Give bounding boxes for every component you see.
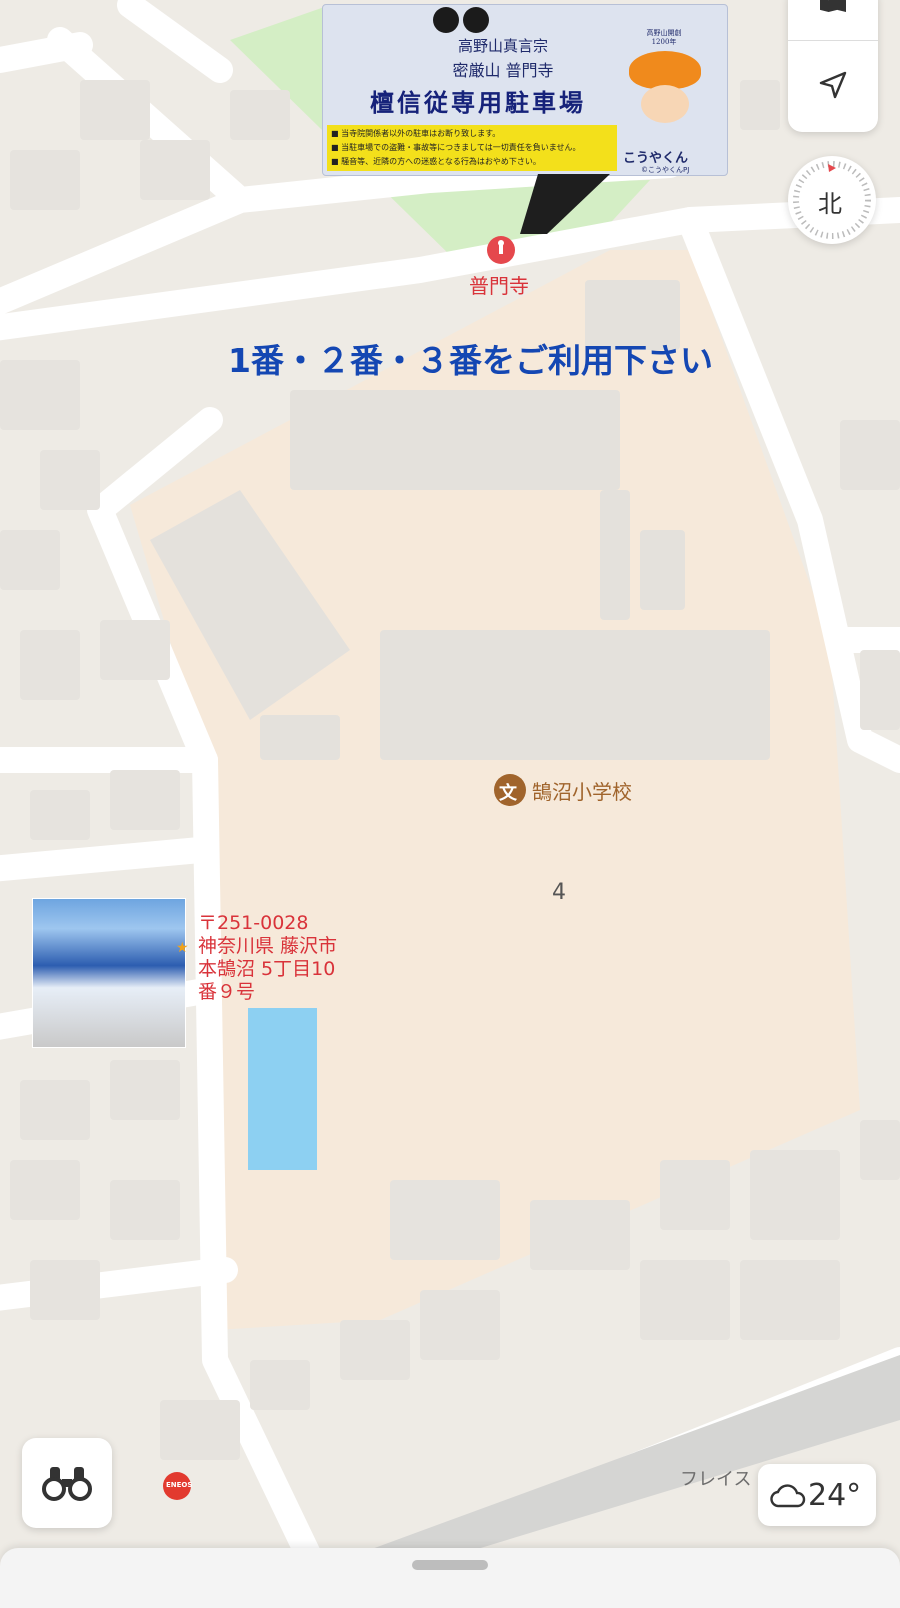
look-around-button[interactable] — [22, 1438, 112, 1528]
sign-rules: ■ 当寺院関係者以外の駐車はお断り致します。 ■ 当駐車場での盗難・事故等につき… — [327, 125, 617, 171]
address-street: 本鵠沼 5丁目10 — [198, 958, 336, 980]
address-prefecture-city: 神奈川県 藤沢市 — [198, 935, 338, 957]
pin-icon[interactable] — [487, 236, 515, 264]
cloud-icon — [770, 1484, 806, 1508]
location-arrow-icon[interactable] — [818, 70, 848, 100]
controls-divider — [788, 40, 878, 41]
compass-north-label: 北 — [818, 190, 842, 218]
sign-rule: ■ 当駐車場での盗難・事故等につきましては一切責任を負いません。 — [331, 143, 581, 152]
gas-station-label: ENEOS — [166, 1481, 193, 1489]
anniversary-badge: 高野山開創1200年 — [646, 29, 682, 46]
school-glyph: 文 — [499, 783, 517, 804]
map-controls — [788, 0, 878, 132]
parking-area-highlight — [248, 1008, 317, 1170]
temple-label[interactable]: 普門寺 — [469, 270, 529, 299]
address-number: 番９号 — [198, 981, 256, 1003]
mascot-credit: ©こうやくんPJ — [641, 166, 690, 174]
shop-photo — [32, 898, 186, 1048]
bottom-sheet[interactable] — [0, 1548, 900, 1608]
mascot-icon — [629, 51, 701, 89]
parking-number: 4 — [552, 880, 566, 905]
sign-sect: 高野山真言宗 — [457, 37, 548, 55]
crest-icon — [433, 7, 459, 33]
tomoe-icon — [463, 7, 489, 33]
weather-chip[interactable]: 24° — [758, 1464, 876, 1526]
binoculars-icon — [42, 1467, 92, 1501]
parking-instruction-banner: 1番・２番・３番をご利用下さい — [228, 341, 713, 380]
mascot-face — [641, 85, 689, 123]
sheet-grabber[interactable] — [412, 1560, 488, 1570]
address-postal: 〒251-0028 — [198, 912, 309, 934]
compass-button[interactable]: 北 — [788, 156, 876, 244]
temple-parking-sign: 高野山真言宗 密厳山 普門寺 檀信従専用駐車場 ■ 当寺院関係者以外の駐車はお断… — [322, 4, 728, 176]
map-canvas[interactable] — [0, 0, 900, 1594]
address-block: 〒251-0028 神奈川県 藤沢市 本鵠沼 5丁目10 番９号 — [198, 912, 337, 1004]
mascot-name: こうやくん — [623, 151, 689, 166]
sign-rule: ■ 当寺院関係者以外の駐車はお断り致します。 — [331, 129, 501, 138]
temperature: 24° — [808, 1478, 862, 1513]
sign-temple-name: 密厳山 普門寺 — [452, 61, 554, 80]
sign-rule: ■ 騒音等、近隣の方への迷惑となる行為はおやめ下さい。 — [331, 157, 541, 166]
star-icon: ★ — [176, 940, 189, 956]
map-icon[interactable] — [820, 0, 846, 12]
road-label: フレイス — [680, 1469, 752, 1490]
school-label[interactable]: 鵠沼小学校 — [532, 776, 632, 805]
sign-title: 檀信従専用駐車場 — [370, 88, 586, 117]
